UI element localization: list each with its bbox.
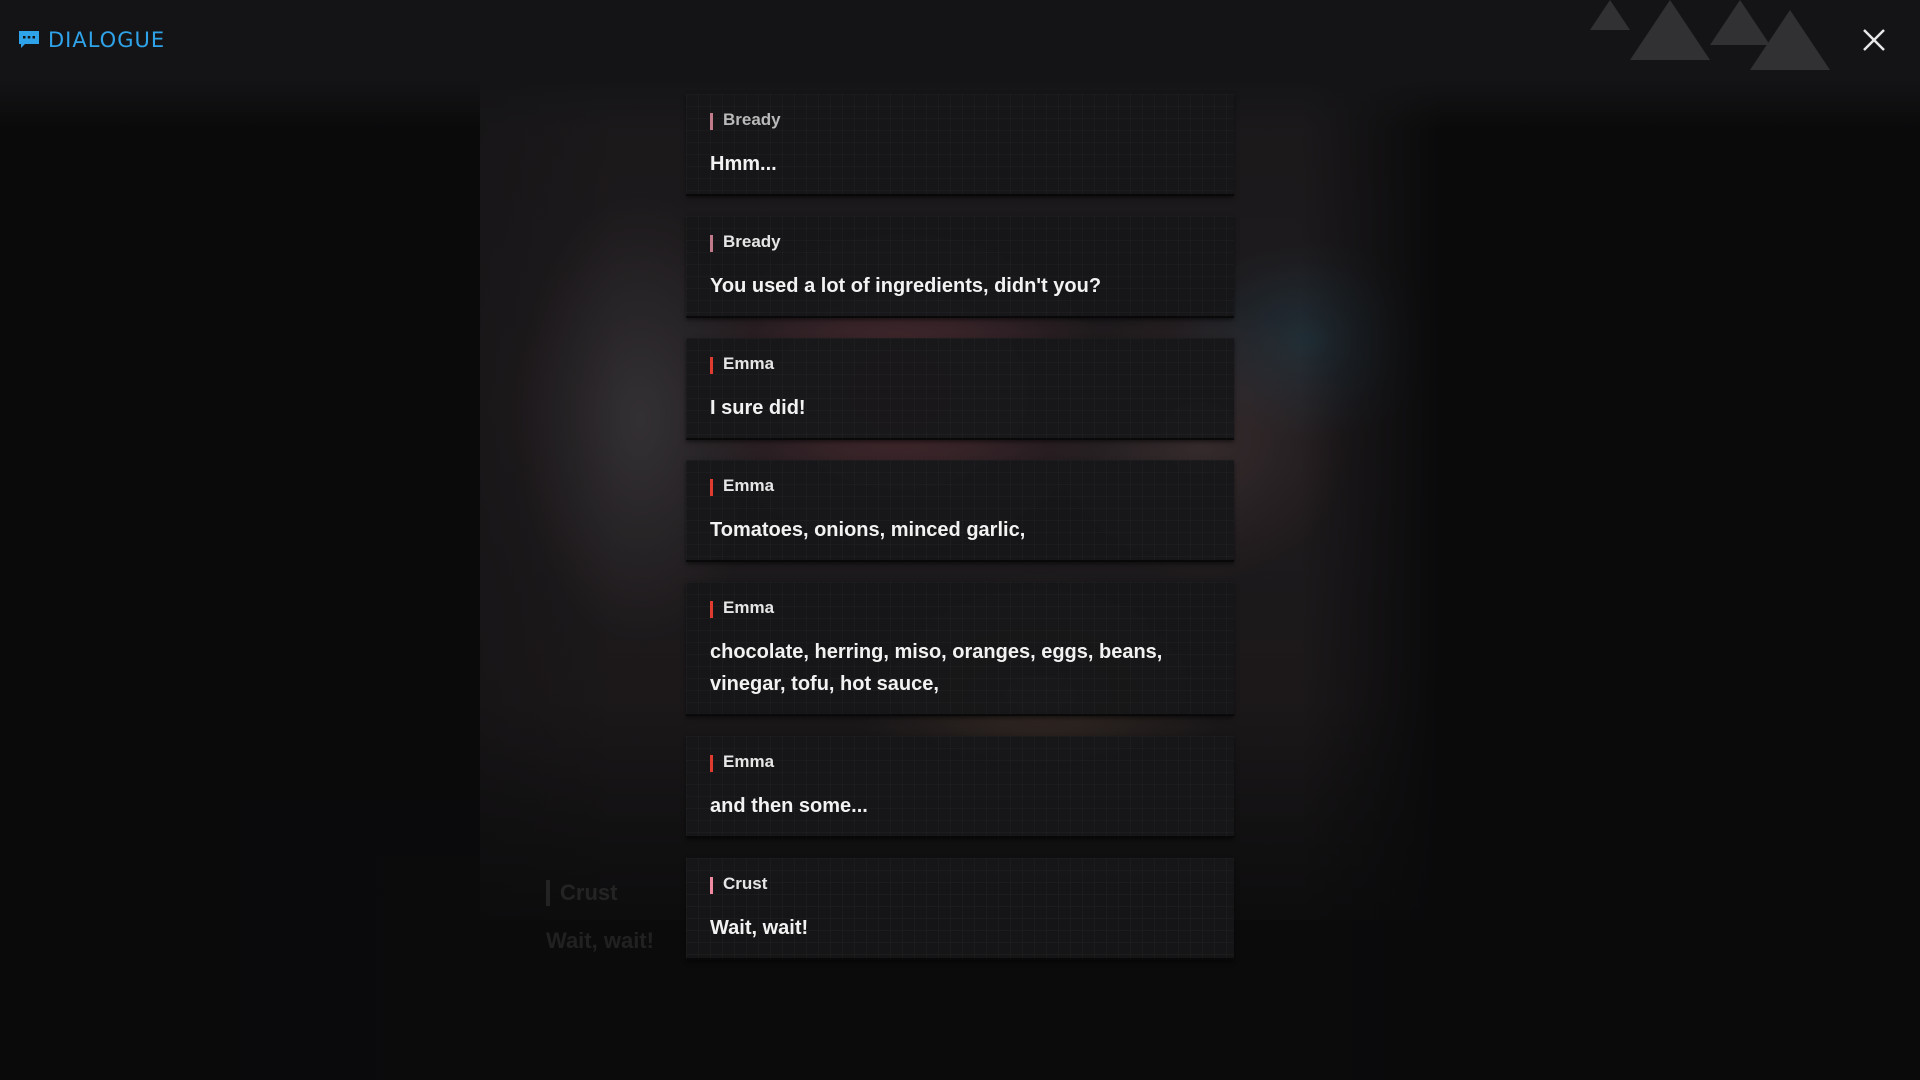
- dialogue-entry: Emma Tomatoes, onions, minced garlic,: [686, 460, 1234, 562]
- speaker-color-bar: [710, 235, 713, 252]
- speaker-name: Bready: [710, 108, 1210, 132]
- background-caption: Crust Wait, wait!: [530, 880, 654, 954]
- dialogue-text: and then some...: [710, 795, 868, 817]
- close-icon[interactable]: [1856, 22, 1892, 58]
- game-screen: Crust Wait, wait! DIALOGUE Bready Hmm...…: [0, 0, 1920, 1080]
- background-caption-speaker: Crust: [546, 880, 654, 906]
- dialogue-text: Hmm...: [710, 153, 777, 175]
- speaker-name: Crust: [710, 872, 1210, 896]
- speaker-name: Bready: [710, 230, 1210, 254]
- speaker-name: Emma: [710, 750, 1210, 774]
- dialogue-entry: Emma and then some...: [686, 736, 1234, 838]
- speaker-label: Bready: [723, 110, 781, 129]
- dialogue-entry: Crust Wait, wait!: [686, 858, 1234, 960]
- dialogue-title: DIALOGUE: [48, 28, 166, 52]
- dialogue-text: You used a lot of ingredients, didn't yo…: [710, 275, 1102, 297]
- speaker-label: Emma: [723, 598, 775, 617]
- dialogue-text: I sure did!: [710, 397, 806, 419]
- speaker-name: Emma: [710, 352, 1210, 376]
- speaker-color-bar: [710, 113, 713, 130]
- speaker-label: Emma: [723, 476, 775, 495]
- dialogue-log[interactable]: Bready Hmm... Bready You used a lot of i…: [686, 94, 1234, 980]
- dialogue-text: Wait, wait!: [710, 917, 809, 939]
- dialogue-entry: Bready You used a lot of ingredients, di…: [686, 216, 1234, 318]
- speaker-label: Emma: [723, 354, 775, 373]
- dialogue-entry: Bready Hmm...: [686, 94, 1234, 196]
- speaker-name: Emma: [710, 596, 1210, 620]
- dialogue-text: chocolate, herring, miso, oranges, eggs,…: [710, 641, 1163, 695]
- background-caption-text: Wait, wait!: [546, 928, 654, 953]
- speaker-label: Crust: [723, 874, 768, 893]
- triangle-pattern-decoration: [1590, 0, 1830, 70]
- speaker-color-bar: [710, 479, 713, 496]
- dialogue-header: DIALOGUE: [18, 28, 165, 52]
- speaker-name: Emma: [710, 474, 1210, 498]
- dialogue-entry: Emma I sure did!: [686, 338, 1234, 440]
- speaker-color-bar: [710, 755, 713, 772]
- speaker-label: Bready: [723, 232, 781, 251]
- speaker-color-bar: [710, 357, 713, 374]
- chat-bubble-icon: [19, 31, 39, 48]
- speaker-color-bar: [710, 877, 713, 894]
- dialogue-text: Tomatoes, onions, minced garlic,: [710, 519, 1026, 541]
- speaker-label: Emma: [723, 752, 775, 771]
- dialogue-entry: Emma chocolate, herring, miso, oranges, …: [686, 582, 1234, 716]
- speaker-color-bar: [710, 601, 713, 618]
